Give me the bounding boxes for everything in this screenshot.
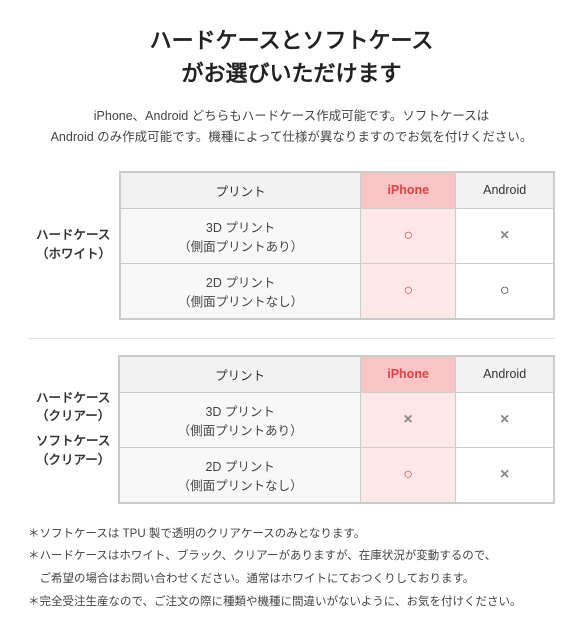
col-header-iphone: iPhone [361, 172, 456, 208]
section1-grid: プリント iPhone Android 3D プリント（側面プリントあり） ○ × 2… [119, 171, 555, 320]
section2: ハードケース （クリアー） ソフトケース （クリアー） プリント iPhone … [28, 355, 555, 504]
section2-row0-iphone: × [360, 392, 455, 447]
section1-table-wrap: ハードケース （ホワイト） プリント iPhone Android 3D プリン… [28, 171, 555, 320]
section2-row0-android: × [456, 392, 554, 447]
section1-row0-android: × [456, 208, 554, 263]
col-header-android: Android [456, 172, 554, 208]
main-title: ハードケースとソフトケース がお選びいただけます [28, 24, 555, 90]
notes: ＊ソフトケースは TPU 製で透明のクリアケースのみとなります。＊ハードケースは… [28, 524, 555, 613]
col-header-print: プリント [121, 172, 361, 208]
section1-row1-iphone: ○ [361, 263, 456, 318]
col2-header-iphone: iPhone [360, 356, 455, 392]
cross-icon: × [403, 411, 412, 428]
section1-row0-print: 3D プリント（側面プリントあり） [121, 208, 361, 263]
col2-header-android: Android [456, 356, 554, 392]
note-0: ＊ソフトケースは TPU 製で透明のクリアケースのみとなります。 [28, 524, 555, 545]
col2-header-print: プリント [120, 356, 361, 392]
circle-icon: ○ [403, 227, 413, 244]
cross-icon: × [500, 411, 509, 428]
section1-row-header: ハードケース （ホワイト） [28, 171, 119, 320]
note-2: ご希望の場合はお問い合わせください。通常はホワイトにておつくりしております。 [28, 569, 555, 590]
section1-row1-print: 2D プリント（側面プリントなし） [121, 263, 361, 318]
circle-icon: ○ [403, 466, 413, 483]
section2-row1-print: 2D プリント（側面プリントなし） [120, 447, 361, 502]
note-3: ＊完全受注生産なので、ご注文の際に種類や機種に間違いがないように、お気を付けくだ… [28, 592, 555, 613]
section2-row0-print: 3D プリント（側面プリントあり） [120, 392, 361, 447]
title-line2: がお選びいただけます [28, 57, 555, 90]
section2-table-wrap: ハードケース （クリアー） ソフトケース （クリアー） プリント iPhone … [28, 355, 555, 504]
section2-row1-android: × [456, 447, 554, 502]
note-1: ＊ハードケースはホワイト、ブラック、クリアーがありますが、在庫状況が変動するので… [28, 546, 555, 567]
section2-row1-iphone: ○ [360, 447, 455, 502]
circle-icon: ○ [500, 282, 510, 299]
section1-row0-iphone: ○ [361, 208, 456, 263]
circle-icon: ○ [403, 282, 413, 299]
section1-row1-android: ○ [456, 263, 554, 318]
divider [28, 338, 555, 339]
subtitle: iPhone、Android どちらもハードケース作成可能です。ソフトケースはA… [28, 106, 555, 149]
cross-icon: × [500, 466, 509, 483]
section2-grid: プリント iPhone Android 3D プリント（側面プリントあり） × × 2… [118, 355, 555, 504]
title-line1: ハードケースとソフトケース [28, 24, 555, 57]
section1: ハードケース （ホワイト） プリント iPhone Android 3D プリン… [28, 171, 555, 320]
cross-icon: × [500, 227, 509, 244]
section2-row-header: ハードケース （クリアー） ソフトケース （クリアー） [28, 355, 118, 504]
